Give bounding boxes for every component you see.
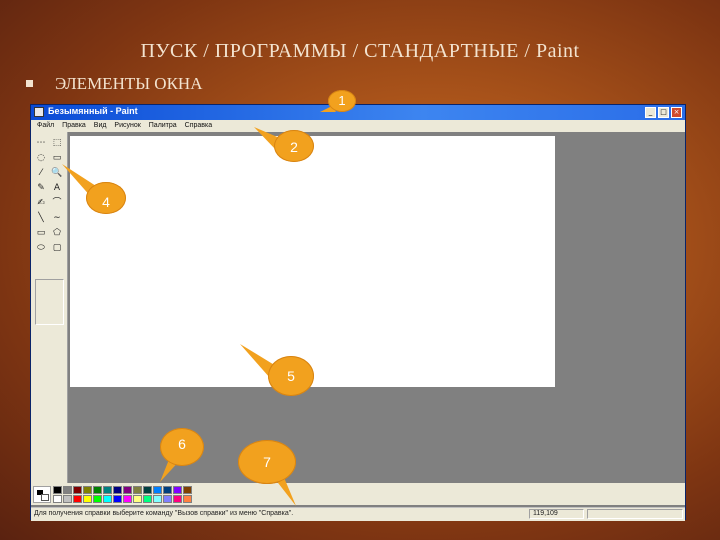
callout-2: 2 (274, 130, 314, 162)
pencil-tool-icon[interactable]: ✎ (34, 181, 48, 196)
palette-color-swatch[interactable] (63, 486, 72, 494)
curve-tool-icon[interactable]: ∼ (50, 211, 64, 226)
menu-colors[interactable]: Палитра (149, 122, 177, 129)
rect-select-tool-icon[interactable]: ⬚ (50, 136, 64, 151)
rectangle-tool-icon[interactable]: ▭ (34, 226, 48, 241)
palette-color-swatch[interactable] (53, 495, 62, 503)
palette-swatches (53, 486, 192, 503)
palette-color-swatch[interactable] (113, 495, 122, 503)
toolbox: ⋯ ⬚ ◌ ▭ ⁄ 🔍 ✎ A ✍ ⌒ ╲ ∼ ▭ ⬠ ⬭ ▢ (31, 132, 68, 492)
callout-1: 1 (328, 90, 356, 112)
palette-color-swatch[interactable] (173, 495, 182, 503)
palette-color-swatch[interactable] (53, 486, 62, 494)
brush-tool-icon[interactable]: ✍ (34, 196, 48, 211)
color-palette (31, 483, 685, 505)
palette-color-swatch[interactable] (143, 486, 152, 494)
close-button[interactable]: × (671, 107, 682, 118)
palette-color-swatch[interactable] (143, 495, 152, 503)
palette-color-swatch[interactable] (163, 495, 172, 503)
callout-7: 7 (238, 440, 296, 484)
eraser-tool-icon[interactable]: ◌ (34, 151, 48, 166)
minimize-button[interactable]: _ (645, 107, 656, 118)
bullet-square-icon (26, 79, 33, 87)
bullet-item: ЭЛЕМЕНТЫ ОКНА (26, 74, 202, 94)
menu-edit[interactable]: Правка (62, 122, 86, 129)
ellipse-tool-icon[interactable]: ⬭ (34, 241, 48, 256)
palette-color-swatch[interactable] (83, 486, 92, 494)
airbrush-tool-icon[interactable]: ⌒ (50, 196, 64, 211)
palette-color-swatch[interactable] (93, 495, 102, 503)
palette-color-swatch[interactable] (103, 486, 112, 494)
status-help-text: Для получения справки выберите команду "… (34, 510, 294, 517)
palette-color-swatch[interactable] (153, 486, 162, 494)
palette-color-swatch[interactable] (153, 495, 162, 503)
callout-4: 4 (86, 182, 126, 214)
text-tool-icon[interactable]: A (50, 181, 64, 196)
menu-help[interactable]: Справка (185, 122, 212, 129)
drawing-canvas[interactable] (70, 136, 555, 387)
palette-color-swatch[interactable] (183, 495, 192, 503)
palette-color-swatch[interactable] (183, 486, 192, 494)
color-picker-tool-icon[interactable]: ⁄ (34, 166, 48, 181)
free-select-tool-icon[interactable]: ⋯ (34, 136, 48, 151)
palette-color-swatch[interactable] (133, 486, 142, 494)
tool-options-box[interactable] (35, 279, 64, 325)
paint-window: Безымянный - Paint _ □ × Файл Правка Вид Р… (30, 104, 686, 521)
maximize-button[interactable]: □ (658, 107, 669, 118)
callout-6: 6 (160, 428, 204, 466)
palette-color-swatch[interactable] (63, 495, 72, 503)
current-colors-indicator (33, 486, 51, 503)
fill-tool-icon[interactable]: ▭ (50, 151, 64, 166)
palette-color-swatch[interactable] (93, 486, 102, 494)
palette-color-swatch[interactable] (173, 486, 182, 494)
status-bar: Для получения справки выберите команду "… (31, 507, 685, 521)
palette-color-swatch[interactable] (133, 495, 142, 503)
status-coords: 119,109 (533, 510, 558, 517)
window-title: Безымянный - Paint (48, 106, 138, 116)
callout-5: 5 (268, 356, 314, 396)
menu-bar: Файл Правка Вид Рисунок Палитра Справка (31, 120, 685, 132)
menu-file[interactable]: Файл (37, 122, 54, 129)
palette-color-swatch[interactable] (73, 495, 82, 503)
palette-color-swatch[interactable] (123, 486, 132, 494)
bullet-text: ЭЛЕМЕНТЫ ОКНА (55, 74, 203, 93)
status-size-pane (587, 509, 683, 519)
polygon-tool-icon[interactable]: ⬠ (50, 226, 64, 241)
palette-color-swatch[interactable] (113, 486, 122, 494)
menu-image[interactable]: Рисунок (114, 122, 140, 129)
palette-color-swatch[interactable] (103, 495, 112, 503)
paint-app-icon[interactable] (34, 107, 44, 117)
magnifier-tool-icon[interactable]: 🔍 (50, 166, 64, 181)
menu-view[interactable]: Вид (94, 122, 107, 129)
palette-color-swatch[interactable] (163, 486, 172, 494)
palette-color-swatch[interactable] (83, 495, 92, 503)
title-bar[interactable]: Безымянный - Paint _ □ × (31, 105, 685, 120)
rounded-rect-tool-icon[interactable]: ▢ (50, 241, 64, 256)
palette-color-swatch[interactable] (123, 495, 132, 503)
line-tool-icon[interactable]: ╲ (34, 211, 48, 226)
slide-title: ПУСК / ПРОГРАММЫ / СТАНДАРТНЫЕ / Paint (140, 40, 580, 62)
background-color-swatch (41, 494, 49, 501)
palette-color-swatch[interactable] (73, 486, 82, 494)
